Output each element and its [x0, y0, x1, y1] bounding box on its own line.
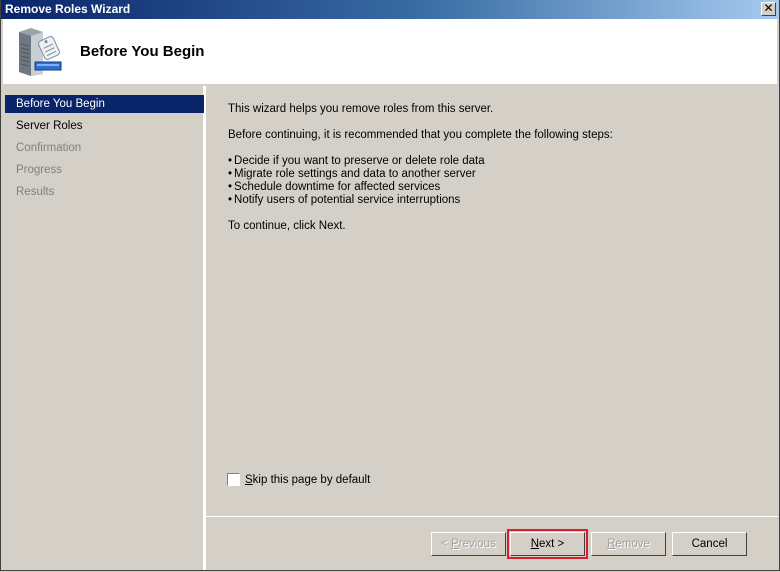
- intro-text: This wizard helps you remove roles from …: [228, 103, 494, 115]
- wizard-header: Before You Begin: [3, 19, 777, 84]
- server-role-icon: [19, 28, 62, 76]
- cancel-button[interactable]: Cancel: [672, 532, 747, 556]
- close-icon: ✕: [763, 1, 774, 15]
- list-item: Migrate role settings and data to anothe…: [228, 168, 485, 181]
- list-item: Schedule downtime for affected services: [228, 181, 485, 194]
- sidebar-item-server-roles[interactable]: Server Roles: [5, 117, 204, 135]
- wizard-steps-sidebar: Before You Begin Server Roles Confirmati…: [3, 86, 204, 570]
- wizard-window: Remove Roles Wizard ✕ Before You Begin B…: [0, 0, 780, 571]
- steps-list: Decide if you want to preserve or delete…: [228, 155, 485, 207]
- sidebar-item-progress: Progress: [16, 164, 63, 176]
- list-item: Notify users of potential service interr…: [228, 194, 485, 207]
- window-title: Remove Roles Wizard: [5, 2, 131, 16]
- page-title: Before You Begin: [80, 43, 205, 60]
- list-item: Decide if you want to preserve or delete…: [228, 155, 485, 168]
- skip-page-checkbox[interactable]: [227, 473, 240, 486]
- continue-text: To continue, click Next.: [228, 220, 346, 232]
- next-button[interactable]: Next >: [507, 529, 588, 559]
- close-button[interactable]: ✕: [761, 2, 776, 16]
- footer-divider: [206, 516, 778, 517]
- title-bar[interactable]: Remove Roles Wizard ✕: [1, 0, 779, 19]
- wizard-content: This wizard helps you remove roles from …: [206, 86, 779, 516]
- sidebar-item-confirmation: Confirmation: [16, 142, 82, 154]
- sidebar-item-before-you-begin[interactable]: Before You Begin: [5, 95, 204, 113]
- remove-button[interactable]: Remove: [591, 532, 666, 556]
- skip-page-label[interactable]: Skip this page by default: [245, 474, 370, 486]
- recommend-text: Before continuing, it is recommended tha…: [228, 129, 613, 141]
- previous-button[interactable]: < Previous: [431, 532, 506, 556]
- sidebar-item-results: Results: [16, 186, 55, 198]
